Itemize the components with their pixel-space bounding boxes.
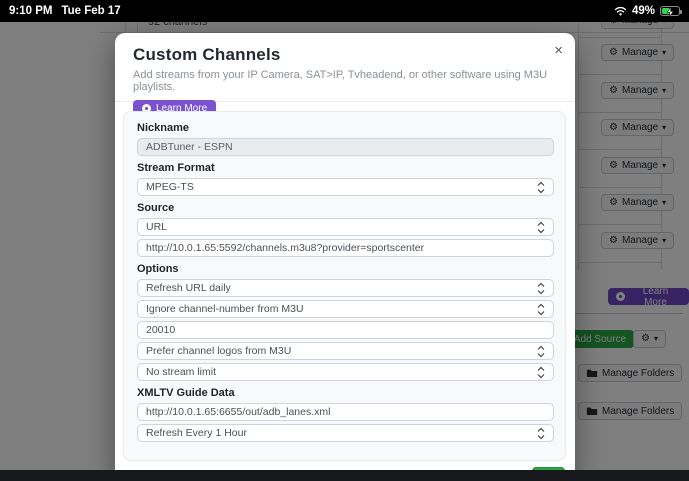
nickname-field[interactable]: ADBTuner - ESPN	[137, 138, 554, 156]
status-bar: 9:10 PM Tue Feb 17 49%	[0, 0, 689, 22]
modal-title: Custom Channels	[133, 45, 557, 65]
source-url-field[interactable]: http://10.0.1.65:5592/channels.m3u8?prov…	[137, 239, 554, 257]
select-chevron-icon	[537, 366, 545, 379]
battery-percent-label: 49%	[632, 5, 655, 17]
options-label: Options	[137, 264, 552, 275]
channel-logos-select[interactable]: Prefer channel logos from M3U	[137, 342, 554, 360]
select-chevron-icon	[537, 345, 545, 358]
stream-format-label: Stream Format	[137, 163, 552, 174]
xmltv-url-field[interactable]: http://10.0.1.65:6655/out/adb_lanes.xml	[137, 403, 554, 421]
nickname-label: Nickname	[137, 123, 552, 134]
xmltv-refresh-select[interactable]: Refresh Every 1 Hour	[137, 424, 554, 442]
start-number-field[interactable]: 20010	[137, 321, 554, 339]
source-type-select[interactable]: URL	[137, 218, 554, 236]
date-label: Tue Feb 17	[61, 5, 120, 17]
bottom-bar	[0, 470, 689, 481]
charging-bolt-icon	[666, 7, 675, 17]
stream-format-select[interactable]: MPEG-TS	[137, 178, 554, 196]
modal-header: Custom Channels Add streams from your IP…	[115, 33, 575, 102]
close-icon[interactable]: ×	[554, 43, 563, 58]
select-chevron-icon	[537, 303, 545, 316]
channel-number-select[interactable]: Ignore channel-number from M3U	[137, 300, 554, 318]
select-chevron-icon	[537, 221, 545, 234]
modal-subtitle: Add streams from your IP Camera, SAT>IP,…	[133, 69, 557, 93]
xmltv-label: XMLTV Guide Data	[137, 388, 552, 399]
screen: 92 channels ⚙Manage▾ ⚙Manage▾ ⚙Manage▾ ⚙…	[0, 0, 689, 481]
select-chevron-icon	[537, 282, 545, 295]
refresh-option-select[interactable]: Refresh URL daily	[137, 279, 554, 297]
wifi-icon	[614, 6, 627, 16]
clock-label: 9:10 PM	[9, 5, 52, 17]
source-label: Source	[137, 203, 552, 214]
select-chevron-icon	[537, 427, 545, 440]
battery-charging-icon	[660, 6, 680, 16]
channel-source-form: Nickname ADBTuner - ESPN Stream Format M…	[123, 111, 566, 461]
select-chevron-icon	[537, 181, 545, 194]
stream-limit-select[interactable]: No stream limit	[137, 363, 554, 381]
custom-channels-modal: Custom Channels Add streams from your IP…	[115, 33, 575, 481]
